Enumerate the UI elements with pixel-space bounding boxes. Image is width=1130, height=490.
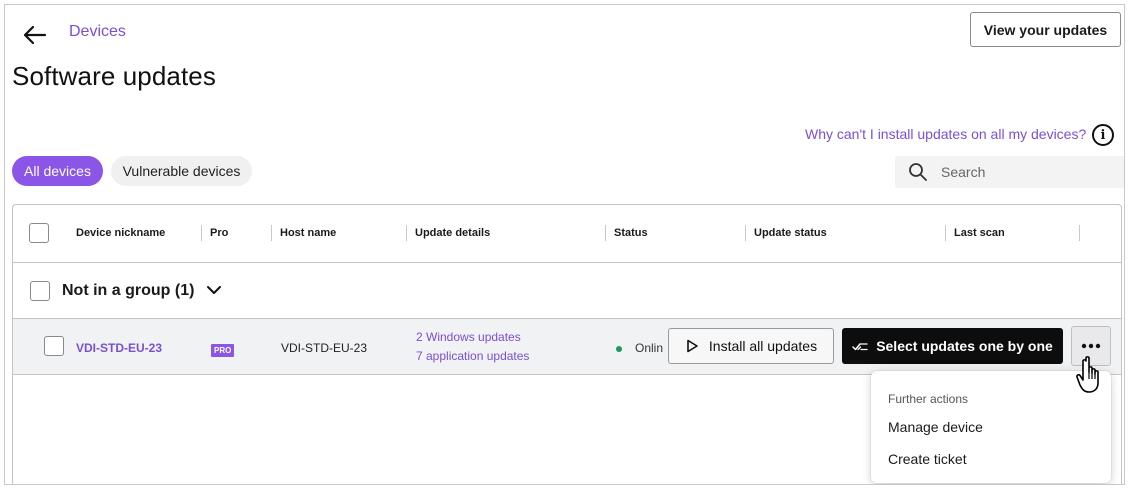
group-row[interactable]: Not in a group (1) [13, 263, 1121, 319]
info-icon[interactable]: i [1092, 124, 1114, 146]
more-actions-button[interactable] [1071, 326, 1111, 366]
column-divider [271, 225, 272, 241]
menu-header: Further actions [888, 392, 969, 406]
checklist-icon [852, 340, 868, 352]
column-divider [201, 225, 202, 241]
filter-all-devices[interactable]: All devices [12, 156, 103, 186]
col-host-name[interactable]: Host name [280, 227, 336, 239]
select-updates-one-by-one-button[interactable]: Select updates one by one [842, 328, 1063, 364]
group-count: (1) [174, 282, 195, 299]
install-all-updates-label: Install all updates [708, 338, 818, 354]
column-divider [945, 225, 946, 241]
install-all-updates-button[interactable]: Install all updates [668, 328, 834, 364]
menu-item-manage-device[interactable]: Manage device [888, 419, 983, 435]
column-divider [406, 225, 407, 241]
further-actions-menu: Further actions Manage device Create tic… [871, 371, 1111, 483]
col-update-status[interactable]: Update status [754, 227, 827, 239]
search-input[interactable] [941, 164, 1101, 180]
device-nickname-link[interactable]: VDI-STD-EU-23 [76, 341, 162, 355]
select-all-checkbox[interactable] [29, 223, 49, 243]
windows-updates-link[interactable]: 2 Windows updates [416, 330, 521, 344]
filter-vulnerable-devices[interactable]: Vulnerable devices [111, 156, 252, 186]
col-status[interactable]: Status [614, 227, 648, 239]
breadcrumb-devices-link[interactable]: Devices [69, 23, 126, 41]
online-status-dot [616, 346, 622, 352]
col-update-details[interactable]: Update details [415, 227, 490, 239]
col-pro[interactable]: Pro [210, 227, 228, 239]
select-updates-label: Select updates one by one [876, 338, 1053, 354]
table-header: Device nickname Pro Host name Update det… [13, 205, 1121, 263]
col-device-nickname[interactable]: Device nickname [76, 227, 165, 239]
view-your-updates-button[interactable]: View your updates [970, 12, 1121, 47]
chevron-down-icon[interactable] [205, 281, 223, 299]
column-divider [745, 225, 746, 241]
page-title: Software updates [12, 61, 216, 91]
column-divider [605, 225, 606, 241]
back-button[interactable] [21, 21, 49, 49]
col-last-scan[interactable]: Last scan [954, 227, 1005, 239]
application-updates-link[interactable]: 7 application updates [416, 349, 529, 363]
table-row[interactable]: VDI-STD-EU-23 PRO VDI-STD-EU-23 2 Window… [13, 319, 1121, 375]
install-help-link[interactable]: Why can't I install updates on all my de… [805, 126, 1086, 142]
search-icon [907, 161, 929, 183]
group-label: Not in a group (1) [62, 282, 195, 299]
column-divider [1079, 225, 1080, 241]
menu-item-create-ticket[interactable]: Create ticket [888, 451, 967, 467]
more-horizontal-icon [1081, 343, 1101, 349]
arrow-left-icon [23, 25, 47, 45]
search-box [895, 156, 1124, 188]
app-window: Devices Software updates View your updat… [4, 4, 1125, 485]
host-name: VDI-STD-EU-23 [281, 341, 368, 355]
group-checkbox[interactable] [30, 281, 50, 301]
row-checkbox[interactable] [44, 336, 64, 356]
status-text: Online [635, 341, 663, 355]
play-icon [685, 339, 699, 353]
pro-badge: PRO [211, 344, 235, 357]
